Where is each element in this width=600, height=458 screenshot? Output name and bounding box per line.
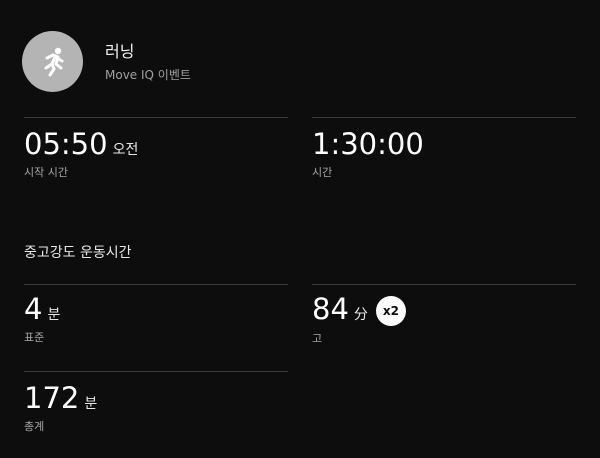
total-minutes-metric: 172 분 총계 (24, 382, 97, 434)
start-time-unit: 오전 (112, 142, 139, 158)
divider (24, 371, 288, 372)
duration-value: 1:30:00 (312, 127, 424, 161)
divider (24, 117, 288, 118)
activity-header: 러닝 Move IQ 이벤트 (22, 28, 582, 92)
activity-avatar (22, 31, 83, 92)
total-minutes-value: 172 (24, 381, 80, 415)
start-time-metric: 05:50 오전 시작 시간 (24, 128, 138, 180)
running-person-icon (44, 47, 63, 76)
divider (312, 117, 576, 118)
divider (312, 284, 576, 285)
total-minutes-unit: 분 (84, 396, 98, 412)
start-time-label: 시작 시간 (24, 166, 68, 179)
duration-metric: 1:30:00 시간 (312, 128, 424, 180)
moderate-minutes-metric: 4분 표준 (24, 293, 60, 345)
duration-label: 시간 (312, 166, 333, 179)
double-count-badge: x2 (375, 296, 406, 326)
activity-title: 러닝 (105, 42, 135, 61)
vigorous-minutes-value: 84 (312, 292, 349, 326)
intensity-section-title: 중고강도 운동시간 (24, 245, 132, 261)
vigorous-minutes-unit: 分 (353, 307, 368, 323)
start-time-value: 05:50 (24, 127, 108, 161)
total-minutes-label: 총계 (24, 420, 45, 433)
divider (24, 284, 288, 285)
moderate-minutes-label: 표준 (24, 331, 45, 344)
moderate-minutes-value: 4 (24, 292, 43, 326)
vigorous-minutes-metric: 84 分 x2 고 (312, 293, 406, 346)
moderate-minutes-unit: 분 (47, 307, 61, 323)
vigorous-minutes-label: 고 (312, 332, 323, 345)
activity-subtitle: Move IQ 이벤트 (105, 68, 191, 82)
